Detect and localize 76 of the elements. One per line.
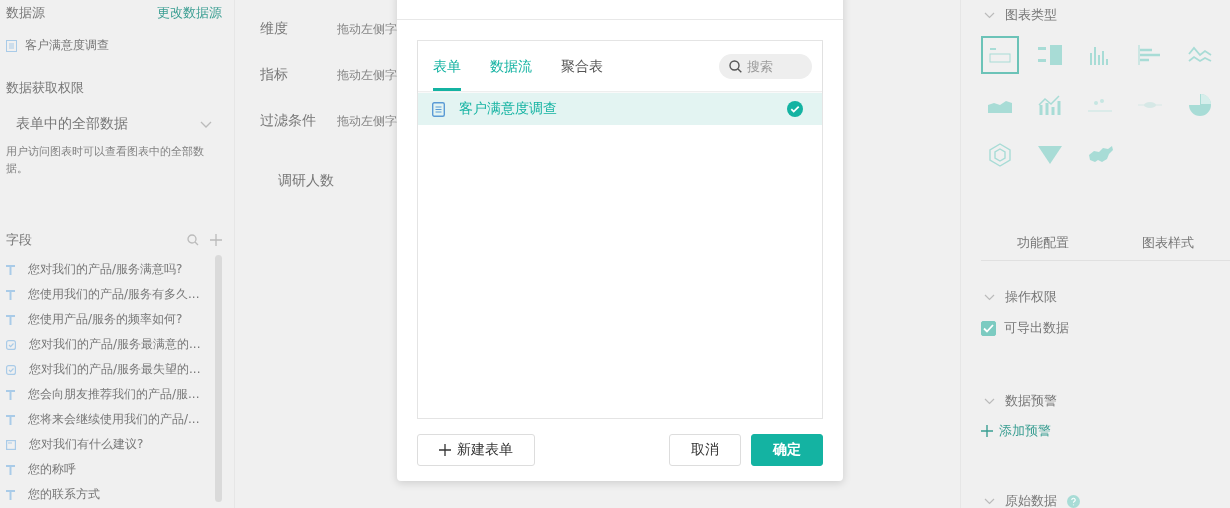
checkbox-label: 可导出数据 <box>1004 319 1069 337</box>
text-field-icon <box>6 389 15 400</box>
table-icon <box>1038 45 1062 65</box>
line-chart-icon <box>1188 46 1212 64</box>
map-icon <box>1087 145 1113 165</box>
funnel-chart-icon <box>1038 146 1062 164</box>
chevron-down-icon[interactable] <box>984 397 995 405</box>
new-form-button[interactable]: 新建表单 <box>417 434 535 466</box>
section-title: 字段 <box>6 231 32 249</box>
field-item[interactable]: 您使用产品/服务的频率如何? <box>6 307 211 332</box>
chart-title: 调研人数 <box>278 172 335 190</box>
textarea-field-icon <box>6 439 16 450</box>
section-title: 原始数据 <box>1005 492 1057 508</box>
text-field-icon <box>6 289 15 300</box>
chevron-down-icon[interactable] <box>984 293 995 301</box>
field-item[interactable]: 您对我们的产品/服务最失望的... <box>6 357 211 382</box>
scatter-chart-icon <box>1088 97 1112 113</box>
bar-chart-icon <box>1138 45 1162 65</box>
search-icon <box>729 59 742 73</box>
combo-chart-icon <box>1038 95 1062 115</box>
source-tab[interactable]: 聚合表 <box>561 41 603 91</box>
drop-zone-hint: 拖动左侧字 <box>337 112 397 130</box>
panel-tab[interactable]: 图表样式 <box>1105 230 1230 260</box>
change-datasource-link[interactable]: 更改数据源 <box>157 4 222 22</box>
form-icon <box>6 39 17 52</box>
datasource-name: 客户满意度调查 <box>25 37 109 54</box>
check-circle-icon <box>787 101 803 117</box>
slot-label: 过滤条件 <box>260 112 317 130</box>
section-title: 操作权限 <box>1005 288 1057 306</box>
chart-type-option[interactable] <box>981 36 1019 74</box>
permission-description: 用户访问图表时可以查看图表中的全部数据。 <box>6 144 205 177</box>
radar-chart-icon <box>988 143 1012 167</box>
text-field-icon <box>6 464 15 475</box>
document-icon <box>432 101 445 117</box>
checkbox-field-icon <box>6 364 16 375</box>
confirm-button[interactable]: 确定 <box>751 434 823 466</box>
field-item[interactable]: 您的称呼 <box>6 457 211 482</box>
add-alert-link[interactable]: 添加预警 <box>981 422 1230 440</box>
section-title: 图表类型 <box>1005 6 1057 24</box>
text-field-icon <box>6 264 15 275</box>
permission-select[interactable]: 表单中的全部数据 <box>6 113 222 135</box>
source-list-item[interactable]: 客户满意度调查 <box>418 93 822 125</box>
field-item[interactable]: 您对我们的产品/服务最满意的... <box>6 332 211 357</box>
slot-label: 指标 <box>260 66 289 84</box>
field-item[interactable]: 您对我们有什么建议? <box>6 432 211 457</box>
chevron-down-icon[interactable] <box>984 497 995 505</box>
field-item[interactable]: 您对我们的产品/服务满意吗? <box>6 257 211 282</box>
drop-zone-hint: 拖动左侧字 <box>337 66 397 84</box>
checkbox[interactable] <box>981 320 996 336</box>
text-field-icon <box>6 489 15 500</box>
field-item[interactable]: 您使用我们的产品/服务有多久... <box>6 282 211 307</box>
search-icon[interactable] <box>187 234 199 246</box>
chevron-down-icon <box>200 120 212 128</box>
search-field[interactable]: 搜索 <box>719 53 812 79</box>
field-item[interactable]: 您将来会继续使用我们的产品/... <box>6 407 211 432</box>
section-title: 数据源 <box>6 4 45 22</box>
help-icon[interactable] <box>1067 494 1080 508</box>
plus-icon <box>439 444 451 456</box>
slot-label: 维度 <box>260 20 289 38</box>
text-field-icon <box>6 414 15 425</box>
field-item[interactable]: 您的联系方式 <box>6 482 211 507</box>
add-icon[interactable] <box>210 234 222 246</box>
check-icon <box>983 323 994 333</box>
section-title: 数据获取权限 <box>6 79 85 97</box>
panel-tab[interactable]: 功能配置 <box>981 230 1106 260</box>
field-item[interactable]: 您会向朋友推荐我们的产品/服... <box>6 382 211 407</box>
text-field-icon <box>6 314 15 325</box>
chevron-down-icon[interactable] <box>984 11 995 19</box>
cancel-button[interactable]: 取消 <box>669 434 741 466</box>
checkbox-field-icon <box>6 339 16 350</box>
pie-chart-icon <box>1188 93 1212 117</box>
wave-chart-icon <box>1138 99 1162 111</box>
plus-icon <box>981 425 993 437</box>
source-tab[interactable]: 数据流 <box>490 41 532 91</box>
section-title: 数据预警 <box>1005 392 1057 410</box>
drop-zone-hint: 拖动左侧字 <box>337 20 397 38</box>
